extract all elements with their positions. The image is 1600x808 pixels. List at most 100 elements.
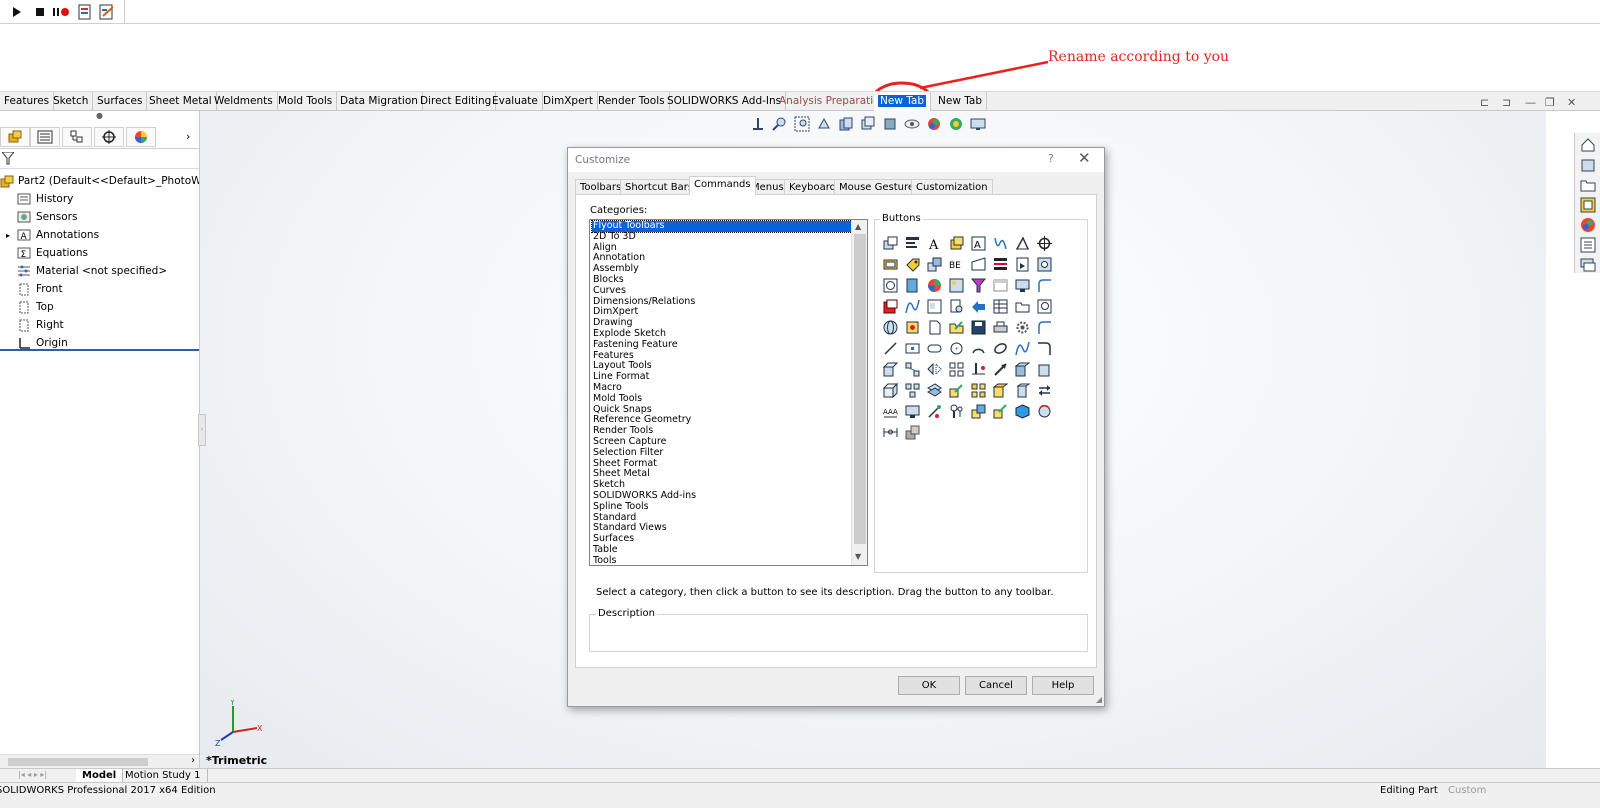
blue-cube-icon[interactable] <box>1014 403 1031 420</box>
scroll-up-icon[interactable]: ▲ <box>855 222 861 231</box>
insert-component-icon[interactable] <box>992 382 1009 399</box>
category-item[interactable]: Tools <box>592 555 852 565</box>
table-icon[interactable] <box>992 298 1009 315</box>
tab-toolbars[interactable]: Toolbars <box>575 179 627 195</box>
tree-item-equations[interactable]: Σ Equations <box>0 244 199 262</box>
rotate-arrow-icon[interactable] <box>970 298 987 315</box>
tab-rename-field[interactable]: New Tab <box>878 95 927 107</box>
print-preview-icon[interactable] <box>948 298 965 315</box>
tab-new-tab[interactable]: New Tab <box>934 92 988 111</box>
filter-icon[interactable] <box>2 152 14 165</box>
document-icon[interactable] <box>1014 256 1031 273</box>
tab-sketch[interactable]: Sketch <box>49 92 94 111</box>
line-icon[interactable] <box>882 340 899 357</box>
categories-list[interactable]: Flyout Toolbars 2D To 3D Align Annotatio… <box>589 219 868 566</box>
tab-surfaces[interactable]: Surfaces <box>93 92 148 111</box>
tag-icon[interactable] <box>904 256 921 273</box>
appearance-icon[interactable] <box>926 277 943 294</box>
ellipse-icon[interactable] <box>992 340 1009 357</box>
weld-icon[interactable] <box>904 319 921 336</box>
tree-item-right-plane[interactable]: Right <box>0 316 199 334</box>
view-palette-icon[interactable] <box>1580 197 1596 213</box>
zoom-icon[interactable] <box>1036 298 1053 315</box>
smart-mate-icon[interactable] <box>926 403 943 420</box>
doc-tile-left-icon[interactable]: ⊏ <box>1480 96 1489 109</box>
axis-triad[interactable]: Y X Z <box>213 700 269 748</box>
tab-render-tools[interactable]: Render Tools <box>594 92 670 111</box>
sketch-fillet-icon[interactable] <box>970 256 987 273</box>
scroll-right-icon[interactable]: › <box>191 755 195 766</box>
tab-data-migration[interactable]: Data Migration <box>336 92 423 111</box>
feature-filter-row[interactable] <box>0 149 199 169</box>
smart-dimension-icon[interactable] <box>1014 235 1031 252</box>
scrollbar-thumb[interactable] <box>8 758 148 766</box>
slot-icon[interactable] <box>926 340 943 357</box>
expand-arrow-icon[interactable]: ▸ <box>0 231 16 240</box>
hole-icon[interactable] <box>970 361 987 378</box>
category-item[interactable]: Assembly <box>592 263 852 275</box>
crosshair-icon[interactable] <box>1036 235 1053 252</box>
arc-icon[interactable] <box>970 340 987 357</box>
hatch-icon[interactable] <box>992 256 1009 273</box>
panel-horizontal-scrollbar[interactable]: › <box>0 754 199 768</box>
add-part-icon[interactable] <box>882 298 899 315</box>
category-item[interactable]: Sheet Metal <box>592 469 852 480</box>
gear-icon[interactable] <box>1014 319 1031 336</box>
edit-macro-icon[interactable] <box>98 3 116 21</box>
close-icon[interactable]: ✕ <box>1078 149 1091 167</box>
panel-collapse-handle[interactable]: ◦ <box>198 414 206 446</box>
category-item[interactable]: Fastening Feature <box>592 339 852 351</box>
tree-item-annotations[interactable]: ▸ A Annotations <box>0 226 199 244</box>
book-icon[interactable] <box>904 277 921 294</box>
tab-customization[interactable]: Customization <box>911 179 993 195</box>
resize-grip-icon[interactable]: ◢ <box>1096 695 1102 704</box>
spline-sketch-icon[interactable] <box>1014 340 1031 357</box>
display-manager-tab-icon[interactable] <box>126 127 156 147</box>
sketch-fillet-line-icon[interactable] <box>1036 340 1053 357</box>
swap-icon[interactable] <box>1036 382 1053 399</box>
print-icon[interactable] <box>992 319 1009 336</box>
forum-icon[interactable] <box>1580 257 1596 273</box>
tab-sheet-metal[interactable]: Sheet Metal <box>145 92 217 111</box>
cancel-button[interactable]: Cancel <box>965 676 1027 695</box>
solidworks-resources-icon[interactable] <box>1580 137 1596 153</box>
tall-box-icon[interactable] <box>1014 382 1031 399</box>
doc-close-icon[interactable]: ✕ <box>1567 96 1576 109</box>
appearances-scenes-icon[interactable] <box>1580 217 1596 233</box>
circle-icon[interactable] <box>882 277 899 294</box>
category-item[interactable]: 2D To 3D <box>592 231 852 243</box>
annotation-box-icon[interactable]: A <box>970 235 987 252</box>
layers-icon[interactable] <box>926 382 943 399</box>
toolbox-icon[interactable] <box>904 424 921 441</box>
tab-nav-arrows[interactable]: |◂ ◂ ▸ ▸| <box>18 770 47 779</box>
new-document-icon[interactable] <box>926 319 943 336</box>
edit-appearance-icon[interactable] <box>924 115 944 133</box>
feature-tree-tab-icon[interactable] <box>0 127 30 147</box>
categories-scrollbar[interactable]: ▲ ▼ <box>851 220 867 565</box>
note-icon[interactable]: A <box>926 235 943 252</box>
new-macro-icon[interactable] <box>76 3 94 21</box>
dimension-command-icon[interactable] <box>882 235 899 252</box>
panel-tabs-more-icon[interactable]: › <box>186 130 190 143</box>
category-item[interactable]: Table <box>592 544 852 556</box>
mirror-icon[interactable] <box>926 361 943 378</box>
spline-icon[interactable] <box>904 298 921 315</box>
fastener-icon[interactable] <box>948 403 965 420</box>
hide-show-items-icon[interactable] <box>902 115 922 133</box>
tab-mold-tools[interactable]: Mold Tools <box>274 92 338 111</box>
category-item[interactable]: Blocks <box>592 274 852 286</box>
category-item[interactable]: Spline Tools <box>592 501 852 513</box>
tab-new-tab-editing[interactable]: New Tab <box>874 92 932 111</box>
ok-button[interactable]: OK <box>898 676 960 695</box>
corner-icon[interactable] <box>1036 319 1053 336</box>
tree-item-sensors[interactable]: Sensors <box>0 208 199 226</box>
doc-minimize-icon[interactable]: — <box>1525 96 1536 109</box>
tree-item-front-plane[interactable]: Front <box>0 280 199 298</box>
tab-direct-editing[interactable]: Direct Editing <box>416 92 497 111</box>
display-style-icon[interactable] <box>880 115 900 133</box>
category-item[interactable]: Line Format <box>592 371 852 383</box>
save-icon[interactable] <box>970 319 987 336</box>
monitor-icon[interactable] <box>904 403 921 420</box>
open-file-icon[interactable] <box>948 319 965 336</box>
category-item[interactable]: Surfaces <box>592 533 852 545</box>
